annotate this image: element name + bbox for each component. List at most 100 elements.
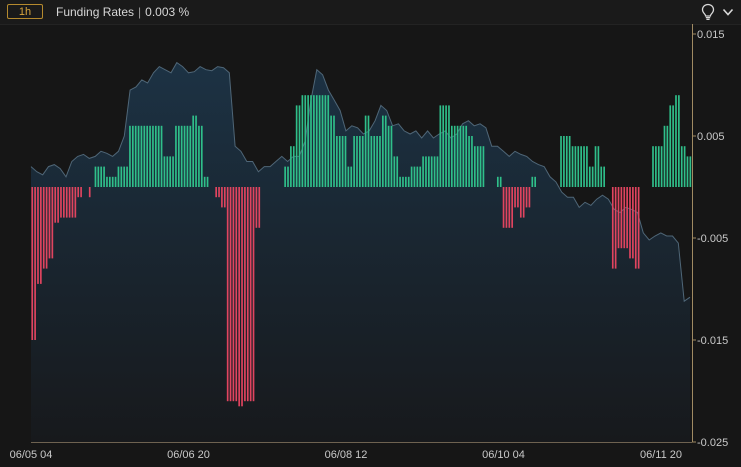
funding-bar (106, 176, 108, 187)
funding-bar (333, 115, 335, 187)
funding-bar (235, 187, 238, 402)
funding-bar (292, 146, 295, 187)
funding-bar (471, 136, 473, 187)
funding-bar (632, 187, 634, 259)
funding-bar (34, 187, 36, 340)
funding-bar (315, 95, 318, 187)
x-tick-label: 06/11 20 (640, 449, 682, 461)
funding-bar (376, 136, 378, 187)
funding-bar (313, 95, 315, 187)
funding-bar (476, 146, 479, 187)
funding-bar (603, 166, 605, 187)
funding-bar (341, 136, 344, 187)
funding-bar (560, 136, 562, 187)
funding-bar (307, 95, 309, 187)
funding-bar (525, 187, 528, 208)
funding-bar (252, 187, 255, 402)
funding-bar (594, 146, 597, 187)
funding-bar (574, 146, 577, 187)
funding-bar (88, 187, 91, 198)
y-tick-label: 0.015 (697, 29, 725, 41)
price-area (30, 61, 691, 442)
funding-bar (361, 136, 364, 187)
funding-bar (65, 187, 68, 218)
x-tick-label: 06/06 20 (167, 449, 210, 461)
funding-bar (416, 166, 419, 187)
funding-bar (479, 146, 482, 187)
funding-bar (258, 187, 261, 228)
y-tick-label: -0.025 (697, 437, 728, 449)
funding-bar (571, 146, 574, 187)
funding-bar (439, 105, 442, 187)
funding-bar (680, 146, 683, 187)
funding-bar (57, 187, 59, 223)
funding-bar (580, 146, 582, 187)
funding-bar (450, 125, 453, 187)
funding-bar (126, 166, 128, 187)
funding-bar (678, 95, 680, 187)
funding-bar (563, 136, 565, 187)
funding-bar (468, 136, 470, 187)
funding-bar (172, 156, 174, 187)
funding-bar (324, 95, 327, 187)
funding-bar (134, 125, 137, 187)
funding-bar (577, 146, 580, 187)
funding-bar (74, 187, 77, 218)
funding-bar (514, 187, 516, 208)
funding-bar (255, 187, 258, 228)
funding-bar (382, 115, 384, 187)
funding-bar (652, 146, 654, 187)
funding-bar (157, 125, 160, 187)
funding-bar (620, 187, 623, 249)
funding-bar (183, 125, 186, 187)
y-tick-label: -0.005 (697, 233, 728, 245)
funding-bar (672, 105, 674, 187)
funding-bar (655, 146, 657, 187)
funding-bar (154, 125, 157, 187)
funding-bar (364, 115, 367, 187)
y-tick-label: -0.015 (697, 335, 728, 347)
funding-bar (166, 156, 169, 187)
funding-bar (433, 156, 436, 187)
funding-bar (405, 176, 407, 187)
funding-bar (48, 187, 51, 259)
x-tick-label: 06/08 12 (325, 449, 368, 461)
funding-bar (198, 125, 200, 187)
funding-bar (97, 166, 100, 187)
funding-bar (448, 105, 450, 187)
funding-bar (169, 156, 172, 187)
funding-bar (318, 95, 321, 187)
funding-bar (100, 166, 103, 187)
funding-bar (284, 166, 286, 187)
funding-bar (482, 146, 485, 187)
funding-bar (413, 166, 416, 187)
funding-bar (221, 187, 223, 208)
funding-bar (206, 176, 209, 187)
chart-area: 0.0150.005-0.005-0.015-0.025 06/05 04 06/… (10, 24, 728, 461)
funding-bar (611, 187, 614, 269)
funding-bar (456, 125, 459, 187)
funding-bar (140, 125, 143, 187)
funding-bar (246, 187, 249, 402)
funding-bar (175, 125, 177, 187)
funding-bar (327, 95, 330, 187)
funding-bar (379, 136, 381, 187)
funding-bar (666, 125, 669, 187)
funding-bar (675, 95, 677, 187)
funding-bar (149, 125, 151, 187)
funding-bar (663, 125, 666, 187)
funding-bar (422, 156, 424, 187)
funding-bar (203, 176, 206, 187)
funding-bar (290, 146, 292, 187)
funding-bar (669, 105, 672, 187)
funding-bar (528, 187, 531, 208)
funding-bar (344, 136, 347, 187)
x-axis-labels: 06/05 04 06/06 20 06/08 12 06/10 04 06/11 20 (10, 449, 682, 461)
funding-bar (60, 187, 62, 218)
funding-bar (143, 125, 146, 187)
funding-bar (597, 146, 600, 187)
funding-bar (428, 156, 430, 187)
funding-bar (146, 125, 149, 187)
x-tick-label: 06/10 04 (482, 449, 525, 461)
funding-bar (445, 105, 447, 187)
